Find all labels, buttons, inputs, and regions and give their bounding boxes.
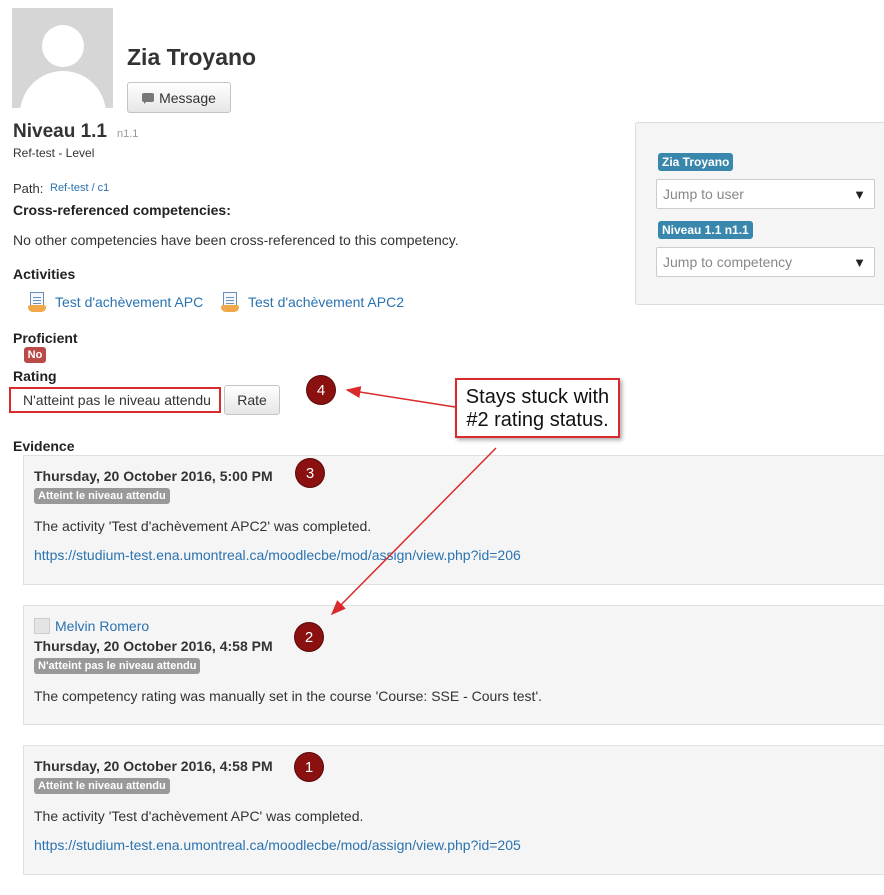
marker-2: 2	[295, 623, 323, 651]
annotation-arrows	[330, 386, 497, 616]
marker-4: 4	[307, 376, 335, 404]
marker-3: 3	[296, 459, 324, 487]
annotation-callout: Stays stuck with #2 rating status.	[455, 378, 620, 438]
callout-line: Stays stuck with	[465, 386, 610, 408]
marker-1: 1	[295, 753, 323, 781]
callout-line: #2 rating status.	[466, 409, 609, 431]
